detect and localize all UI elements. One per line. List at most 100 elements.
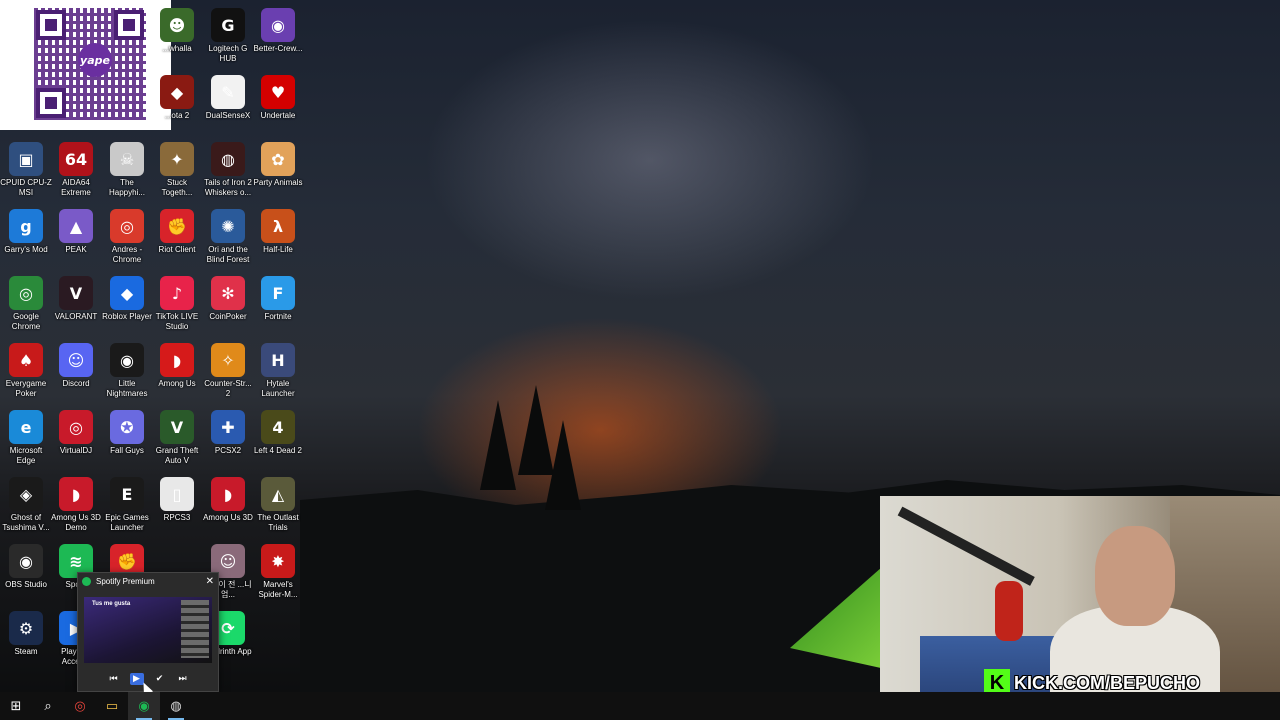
desktop-icon[interactable]: ◍ Tails of Iron 2 Whiskers o... — [202, 142, 254, 198]
desktop-icon[interactable]: V Grand Theft Auto V — [151, 410, 203, 466]
desktop-icon[interactable]: H Hytale Launcher — [252, 343, 304, 399]
desktop-icon-label: Left 4 Dead 2 — [253, 446, 303, 455]
app-icon: ✎ — [211, 75, 245, 109]
spotify-icon — [82, 577, 91, 586]
desktop-icon-label: Microsoft Edge — [9, 446, 43, 465]
desktop-icon[interactable]: ◉ OBS Studio — [0, 544, 52, 590]
desktop-icon[interactable]: ♥ Undertale — [252, 75, 304, 121]
desktop-icon-label: VALORANT — [54, 312, 98, 321]
desktop-icon-label: Counter-Str... 2 — [204, 379, 252, 398]
like-icon[interactable]: ✔ — [153, 673, 167, 685]
desktop-icon-label: Andres - Chrome — [111, 245, 143, 264]
desktop-icon[interactable]: ♠ Everygame Poker — [0, 343, 52, 399]
desktop-icon[interactable]: ◎ Andres - Chrome — [101, 209, 153, 265]
folder-icon: ▭ — [105, 698, 119, 714]
desktop-icon[interactable]: ☺ Discord — [50, 343, 102, 389]
desktop-icon[interactable]: F Fortnite — [252, 276, 304, 322]
desktop-icon-label: Fall Guys — [110, 446, 144, 455]
desktop-icon[interactable]: ✸ Marvel's Spider-M... — [252, 544, 304, 600]
kick-channel-url: KICK.COM/BEPUCHO — [1014, 672, 1201, 693]
desktop-icon[interactable]: ♪ TikTok LIVE Studio — [151, 276, 203, 332]
desktop-icon[interactable]: ✦ Stuck Togeth... — [151, 142, 203, 198]
desktop-icon-label: CoinPoker — [209, 312, 247, 321]
desktop-icon[interactable]: ✪ Fall Guys — [101, 410, 153, 456]
taskbar-file-explorer[interactable]: ▭ — [96, 692, 128, 720]
desktop-icon[interactable]: ◈ Ghost of Tsushima V... — [0, 477, 52, 533]
desktop-icon[interactable]: ◆ Roblox Player — [101, 276, 153, 322]
desktop-icon-label: Riot Client — [158, 245, 196, 254]
close-icon[interactable]: ✕ — [206, 576, 214, 587]
app-icon: ◆ — [110, 276, 144, 310]
desktop-icon[interactable]: ✻ CoinPoker — [202, 276, 254, 322]
desktop-icon[interactable]: ◎ VirtualDJ — [50, 410, 102, 456]
desktop-icon[interactable]: ◉ Better-Crew... — [252, 8, 304, 54]
desktop-icon[interactable]: g Garry's Mod — [0, 209, 52, 255]
next-track-icon[interactable]: ⏭ — [176, 673, 190, 685]
desktop-icon[interactable]: ▣ CPUID CPU-Z MSI — [0, 142, 52, 198]
app-icon: ◉ — [110, 343, 144, 377]
app-icon: ✻ — [211, 276, 245, 310]
desktop-icon-label: The Outlast Trials — [257, 513, 299, 532]
app-icon: ◗ — [59, 477, 93, 511]
desktop-icon-label: Half-Life — [263, 245, 293, 254]
app-icon: ✚ — [211, 410, 245, 444]
desktop-icon-label: The Happyhi... — [108, 178, 146, 197]
spotify-window-thumbnail[interactable]: Tus me gusta — [84, 597, 212, 663]
windows-icon: ⊞ — [10, 698, 22, 714]
desktop-icon[interactable]: 4 Left 4 Dead 2 — [252, 410, 304, 456]
app-icon: ✺ — [211, 209, 245, 243]
desktop-icon[interactable]: ◆ ...ota 2 — [151, 75, 203, 121]
desktop-icon[interactable]: ✿ Party Animals — [252, 142, 304, 188]
desktop-icon[interactable]: ✚ PCSX2 — [202, 410, 254, 456]
app-icon: ◗ — [211, 477, 245, 511]
desktop-icon[interactable]: ▲ PEAK — [50, 209, 102, 255]
app-icon: ◈ — [9, 477, 43, 511]
desktop-icon-label: Little Nightmares — [106, 379, 148, 398]
spotify-taskbar-preview[interactable]: Spotify Premium ✕ Tus me gusta ⏮ ▶ ✔ ⏭ — [77, 572, 219, 692]
search-button[interactable]: ⌕ — [32, 692, 64, 720]
desktop-icon-label: DualSenseX — [205, 111, 251, 120]
taskbar-obs[interactable]: ◍ — [160, 692, 192, 720]
desktop-icon[interactable]: ◭ The Outlast Trials — [252, 477, 304, 533]
spotify-icon: ◉ — [138, 698, 150, 714]
qr-finder — [36, 10, 66, 40]
qr-logo: yape — [78, 43, 112, 77]
desktop-icon-label: Garry's Mod — [4, 245, 48, 254]
spotify-thumbnail-sidebar — [181, 600, 209, 658]
desktop-icon[interactable]: ◎ Google Chrome — [0, 276, 52, 332]
desktop-icon[interactable]: ✺ Ori and the Blind Forest — [202, 209, 254, 265]
desktop-icon[interactable]: E Epic Games Launcher — [101, 477, 153, 533]
taskbar-spotify[interactable]: ◉ — [128, 692, 160, 720]
app-icon: 64 — [59, 142, 93, 176]
desktop-icon-label: OBS Studio — [5, 580, 47, 589]
desktop-icon-label: VirtualDJ — [59, 446, 93, 455]
previous-track-icon[interactable]: ⏮ — [107, 673, 121, 685]
desktop-icon[interactable]: ◉ Little Nightmares — [101, 343, 153, 399]
desktop-icon[interactable]: ✊ Riot Client — [151, 209, 203, 255]
desktop-icon[interactable]: G Logitech G HUB — [202, 8, 254, 64]
desktop-icon[interactable]: ⚙ Steam — [0, 611, 52, 657]
start-button[interactable]: ⊞ — [0, 692, 32, 720]
desktop-icon[interactable]: ✧ Counter-Str... 2 — [202, 343, 254, 399]
wallpaper-tree — [480, 400, 516, 490]
desktop-icon[interactable]: ☠ The Happyhi... — [101, 142, 153, 198]
desktop-icon[interactable]: V VALORANT — [50, 276, 102, 322]
desktop-icon[interactable]: ☻ ...whalla — [151, 8, 203, 54]
desktop-icon[interactable]: ◗ Among Us 3D Demo — [50, 477, 102, 533]
desktop-icon-label: Marvel's Spider-M... — [258, 580, 298, 599]
app-icon: ♠ — [9, 343, 43, 377]
qr-code-panel: yape — [0, 0, 171, 130]
desktop-icon[interactable]: ◗ Among Us 3D — [202, 477, 254, 523]
desktop-icon[interactable]: e Microsoft Edge — [0, 410, 52, 466]
desktop-icon[interactable]: ◗ Among Us — [151, 343, 203, 389]
desktop-icon[interactable]: λ Half-Life — [252, 209, 304, 255]
taskbar-chrome[interactable]: ◎ — [64, 692, 96, 720]
desktop-icon[interactable]: ✎ DualSenseX — [202, 75, 254, 121]
desktop-icon-label: TikTok LIVE Studio — [155, 312, 199, 331]
desktop-icon[interactable]: 64 AIDA64 Extreme — [50, 142, 102, 198]
app-icon: E — [110, 477, 144, 511]
desktop-icon-label: RPCS3 — [163, 513, 191, 522]
desktop-icon[interactable]: ▯ RPCS3 — [151, 477, 203, 523]
app-icon: ▣ — [9, 142, 43, 176]
spotify-playlist-banner: Tus me gusta — [92, 601, 131, 607]
